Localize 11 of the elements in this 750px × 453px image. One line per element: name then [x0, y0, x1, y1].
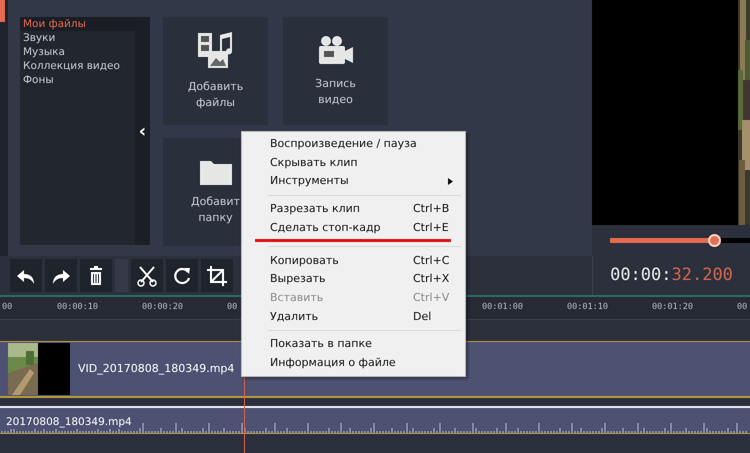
ruler-label: 00: [227, 302, 238, 312]
clip-name: 20170808_180349.mp4: [6, 415, 132, 429]
ruler-label: 00:01:10: [567, 302, 608, 312]
ruler-label: 00:00:20: [142, 302, 183, 312]
ruler-label: 00: [2, 302, 12, 312]
timecode: 00:00:32.200: [592, 256, 750, 295]
ruler-label: 00:01:00: [482, 302, 523, 312]
ruler-label: 00:01:20: [652, 302, 693, 312]
ruler-label: 00: [737, 302, 748, 312]
clip-name: VID_20170808_180349.mp4: [78, 360, 234, 377]
ruler-label: 00:00:10: [57, 302, 98, 312]
